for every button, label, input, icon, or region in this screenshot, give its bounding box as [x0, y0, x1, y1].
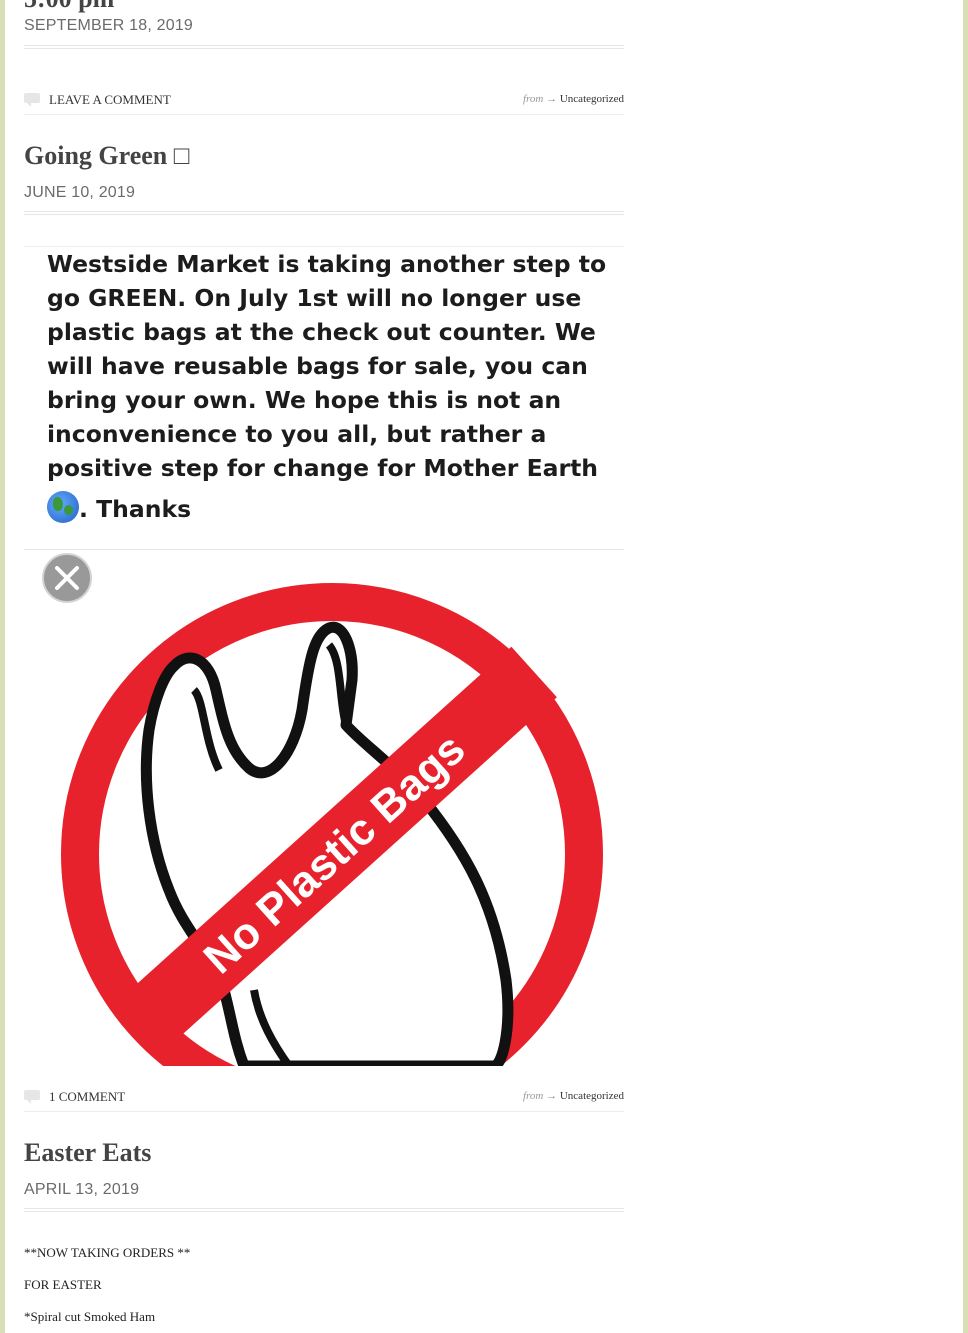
post-image: Westside Market is taking another step t… — [24, 246, 624, 1066]
notice-line: bring your own. We hope this is not an — [47, 386, 562, 414]
close-icon — [55, 566, 79, 590]
category-link[interactable]: Uncategorized — [560, 93, 624, 105]
post-date: SEPTEMBER 18, 2019 — [24, 17, 194, 34]
post-category: from → Uncategorized — [523, 1090, 624, 1102]
thanks-text: . Thanks — [79, 495, 192, 523]
post-body-line: FOR EASTER — [24, 1277, 102, 1292]
post-title-link[interactable]: Easter Eats — [24, 1138, 151, 1168]
notice-text: Westside Market is taking another step t… — [47, 247, 607, 526]
post-meta: LEAVE A COMMENT from → Uncategorized — [24, 92, 624, 115]
comment-icon — [24, 1090, 40, 1104]
no-plastic-bags-sign: No Plastic Bags — [24, 550, 624, 1066]
globe-icon — [47, 491, 79, 523]
notice-line: plastic bags at the check out counter. W… — [47, 318, 596, 346]
page-frame-left — [0, 0, 5, 1333]
post-category: from → Uncategorized — [523, 93, 624, 105]
notice-line: go GREEN. On July 1st will no longer use — [47, 284, 582, 312]
notice-line: inconvenience to you all, but rather a — [47, 420, 547, 448]
comment-icon — [24, 93, 40, 107]
arrow-icon: → — [546, 1090, 558, 1102]
post-title-link[interactable]: Going Green □ — [24, 141, 189, 171]
notice-line: will have reusable bags for sale, you ca… — [47, 352, 588, 380]
post-date: APRIL 13, 2019 — [24, 1181, 140, 1198]
post-meta: 1 COMMENT from → Uncategorized — [24, 1089, 624, 1112]
from-label: from — [522, 93, 544, 105]
arrow-icon: → — [546, 93, 558, 105]
post-divider — [24, 1208, 624, 1212]
post-date: JUNE 10, 2019 — [24, 184, 136, 201]
comments-link[interactable]: 1 COMMENT — [49, 1089, 125, 1105]
category-link[interactable]: Uncategorized — [560, 1090, 624, 1102]
post-body-line: **NOW TAKING ORDERS ** — [24, 1245, 191, 1260]
from-label: from — [522, 1090, 544, 1102]
comments-link[interactable]: LEAVE A COMMENT — [49, 92, 171, 108]
post-title-link[interactable]: 5:00 pm — [24, 0, 114, 12]
notice-line: positive step for change for Mother Eart… — [47, 454, 599, 482]
page-frame-right — [963, 0, 968, 1333]
close-overlay-button[interactable] — [42, 553, 92, 603]
post-divider — [24, 45, 624, 49]
notice-panel: Westside Market is taking another step t… — [24, 246, 624, 550]
notice-line: Westside Market is taking another step t… — [47, 250, 607, 278]
post-body-line: *Spiral cut Smoked Ham — [24, 1309, 156, 1324]
notice-thanks-line: . Thanks — [47, 491, 607, 526]
post-divider — [24, 211, 624, 215]
